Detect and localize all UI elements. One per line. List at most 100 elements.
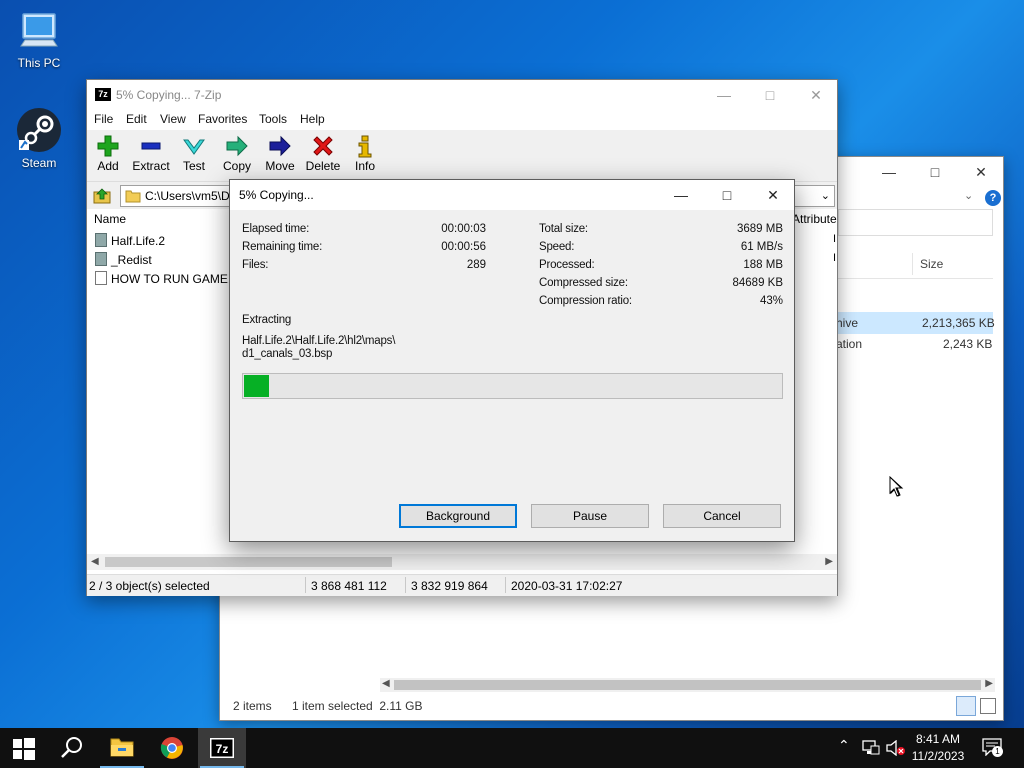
status-item-count: 2 items — [233, 699, 272, 713]
speed-value: 61 MB/s — [740, 241, 783, 253]
dialog-minimize-button[interactable]: — — [658, 180, 704, 210]
desktop-icon-this-pc[interactable]: This PC — [4, 10, 74, 70]
list-item[interactable]: HOW TO RUN GAME!!.t — [95, 271, 241, 286]
help-icon[interactable]: ? — [985, 190, 1001, 206]
explorer-column-header[interactable]: Size — [838, 249, 993, 279]
minus-icon — [141, 142, 161, 150]
menu-file[interactable]: File — [94, 112, 113, 126]
attributes-column-header[interactable]: Attribute — [792, 212, 837, 226]
network-icon[interactable] — [862, 740, 880, 756]
chevron-right-icon[interactable]: ▶ — [985, 678, 993, 689]
list-item[interactable]: Half.Life.2 — [95, 233, 165, 248]
search-button[interactable] — [48, 728, 96, 768]
dialog-maximize-button[interactable]: □ — [704, 180, 750, 210]
chevron-up-icon[interactable]: ⌃ — [838, 737, 850, 754]
text-file-icon — [95, 271, 107, 285]
explorer-maximize-button[interactable]: □ — [912, 159, 958, 185]
menu-tools[interactable]: Tools — [259, 112, 287, 126]
add-button[interactable]: Add — [93, 134, 123, 173]
explorer-row-name: hive — [836, 316, 859, 330]
start-button[interactable] — [0, 728, 48, 768]
volume-muted-icon[interactable] — [886, 740, 906, 756]
chevron-left-icon[interactable]: ◀ — [91, 556, 99, 567]
size-column-header[interactable]: Size — [920, 257, 943, 271]
background-button[interactable]: Background — [399, 504, 517, 528]
clock-date[interactable]: 11/2/2023 — [908, 749, 968, 763]
extract-button[interactable]: Extract — [131, 134, 171, 173]
add-label: Add — [97, 159, 119, 173]
cancel-button[interactable]: Cancel — [663, 504, 781, 528]
copy-progress-dialog: 5% Copying... — □ ✕ Elapsed time: 00:00:… — [229, 179, 795, 542]
scrollbar-thumb[interactable] — [394, 680, 981, 690]
attribute-value: I — [833, 252, 837, 264]
7zip-horizontal-scrollbar[interactable]: ◀ ▶ — [87, 554, 837, 570]
attribute-value: I — [833, 233, 837, 245]
plus-icon — [97, 135, 119, 157]
chevron-left-icon[interactable]: ◀ — [382, 678, 390, 689]
elapsed-time-label: Elapsed time: — [242, 223, 310, 235]
7zip-statusbar: 2 / 3 object(s) selected 3 868 481 112 3… — [87, 574, 837, 596]
list-item[interactable]: _Redist — [95, 252, 152, 267]
chevron-down-icon[interactable]: ⌄ — [821, 189, 830, 202]
details-view-icon[interactable] — [956, 696, 976, 716]
scrollbar-thumb[interactable] — [105, 557, 392, 567]
info-icon — [358, 135, 372, 158]
taskbar-7zip[interactable]: 7z — [198, 728, 246, 768]
explorer-row-name: ation — [836, 337, 863, 351]
menu-edit[interactable]: Edit — [126, 112, 147, 126]
pause-button[interactable]: Pause — [531, 504, 649, 528]
action-center-button[interactable]: 1 — [982, 738, 1003, 757]
current-path-line2: d1_canals_03.bsp — [242, 348, 333, 360]
menu-favorites[interactable]: Favorites — [198, 112, 247, 126]
taskbar: 7z ⌃ 8:41 AM 11/2/2023 1 — [0, 728, 1024, 768]
total-size-label: Total size: — [539, 223, 588, 235]
chevron-down-icon[interactable]: ⌄ — [964, 189, 973, 202]
7zip-toolbar: Add Extract Test Copy Move Delete Info — [87, 130, 837, 182]
svg-text:7z: 7z — [216, 742, 229, 756]
status-selection: 1 item selected 2.11 GB — [292, 699, 423, 713]
menu-help[interactable]: Help — [300, 112, 325, 126]
chevron-right-icon[interactable]: ▶ — [825, 556, 833, 567]
current-path-line1: Half.Life.2\Half.Life.2\hl2\maps\ — [242, 335, 396, 347]
menu-view[interactable]: View — [160, 112, 186, 126]
files-value: 289 — [466, 259, 486, 271]
dialog-close-button[interactable]: ✕ — [750, 180, 796, 210]
status-size: 3 868 481 112 — [311, 579, 387, 593]
clock-time[interactable]: 8:41 AM — [908, 732, 968, 746]
folder-icon — [125, 190, 141, 203]
delete-x-icon — [313, 136, 333, 156]
explorer-row-size: 2,243 KB — [943, 337, 993, 351]
column-divider — [912, 253, 913, 275]
processed-label: Processed: — [539, 259, 595, 271]
explorer-statusbar: 2 items 1 item selected 2.11 GB — [220, 692, 1003, 720]
remaining-time-label: Remaining time: — [242, 241, 323, 253]
delete-button[interactable]: Delete — [305, 134, 341, 173]
file-explorer-icon — [110, 738, 134, 757]
name-column-header[interactable]: Name — [94, 212, 126, 226]
7zip-logo-icon: 7z — [95, 88, 111, 101]
7zip-minimize-button[interactable]: — — [701, 80, 747, 110]
taskbar-explorer[interactable] — [98, 728, 146, 768]
progress-bar-fill — [244, 375, 269, 397]
7zip-maximize-button[interactable]: □ — [747, 80, 793, 110]
desktop-icon-steam[interactable]: Steam — [4, 106, 74, 170]
progress-bar — [242, 373, 783, 399]
explorer-search-box[interactable] — [838, 209, 993, 236]
explorer-row-size: 2,213,365 KB — [922, 316, 995, 330]
info-button[interactable]: Info — [352, 134, 378, 173]
compressed-size-value: 84689 KB — [732, 277, 783, 289]
folder-up-icon[interactable] — [93, 187, 111, 205]
explorer-minimize-button[interactable]: — — [866, 159, 912, 185]
copy-button[interactable]: Copy — [221, 134, 253, 173]
taskbar-chrome[interactable] — [148, 728, 196, 768]
info-label: Info — [354, 159, 375, 173]
7zip-close-button[interactable]: ✕ — [793, 80, 839, 110]
explorer-horizontal-scrollbar[interactable]: ◀ ▶ — [380, 678, 995, 692]
tiles-view-icon[interactable] — [980, 698, 996, 714]
explorer-close-button[interactable]: ✕ — [958, 159, 1004, 185]
test-button[interactable]: Test — [180, 134, 208, 173]
copy-label: Copy — [222, 159, 251, 173]
move-button[interactable]: Move — [264, 134, 296, 173]
compression-ratio-value: 43% — [759, 295, 783, 307]
chrome-icon — [160, 737, 183, 759]
